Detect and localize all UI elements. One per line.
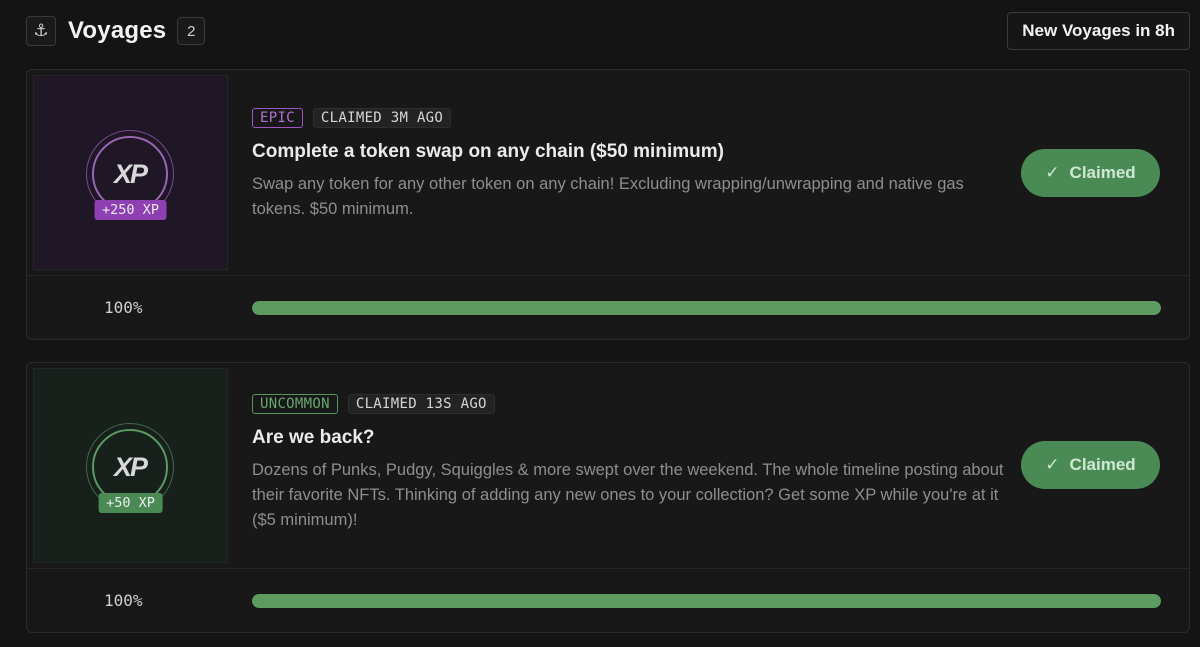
progress-bar-fill — [252, 301, 1161, 315]
progress-percent: 100% — [104, 298, 143, 317]
voyage-count-badge: 2 — [177, 17, 206, 45]
voyage-description: Swap any token for any other token on an… — [252, 175, 964, 218]
progress-bar-fill — [252, 594, 1161, 608]
voyages-header: ⚓ Voyages 2 New Voyages in 8h — [26, 10, 1190, 52]
voyage-card: XP +50 XP UNCOMMON CLAIMED 13S AGO Are w… — [26, 362, 1190, 633]
voyage-title: Are we back? — [252, 427, 375, 448]
new-voyages-button[interactable]: New Voyages in 8h — [1007, 12, 1190, 50]
voyage-title: Complete a token swap on any chain ($50 … — [252, 141, 724, 162]
rarity-tag: EPIC — [252, 108, 303, 128]
progress-bar — [252, 594, 1161, 608]
xp-reward-badge: +250 XP — [94, 200, 167, 220]
claimed-button[interactable]: ✓ Claimed — [1021, 149, 1160, 197]
check-icon: ✓ — [1045, 163, 1060, 183]
page-title: Voyages — [68, 17, 167, 44]
progress-percent: 100% — [104, 591, 143, 610]
claimed-button[interactable]: ✓ Claimed — [1021, 441, 1160, 489]
rarity-tag: UNCOMMON — [252, 394, 338, 414]
claimed-button-label: Claimed — [1069, 163, 1136, 182]
check-icon: ✓ — [1045, 455, 1060, 475]
claimed-time-tag: CLAIMED 3M AGO — [312, 108, 452, 128]
voyage-thumbnail: XP +250 XP — [33, 75, 228, 270]
voyage-description: Dozens of Punks, Pudgy, Squiggles & more… — [252, 461, 1004, 529]
voyage-thumbnail: XP +50 XP — [33, 368, 228, 563]
claimed-button-label: Claimed — [1069, 455, 1136, 474]
anchor-icon: ⚓ — [26, 16, 56, 46]
progress-bar — [252, 301, 1161, 315]
voyage-card: XP +250 XP EPIC CLAIMED 3M AGO Complete … — [26, 69, 1190, 340]
claimed-time-tag: CLAIMED 13S AGO — [347, 394, 495, 414]
xp-reward-badge: +50 XP — [98, 493, 163, 513]
